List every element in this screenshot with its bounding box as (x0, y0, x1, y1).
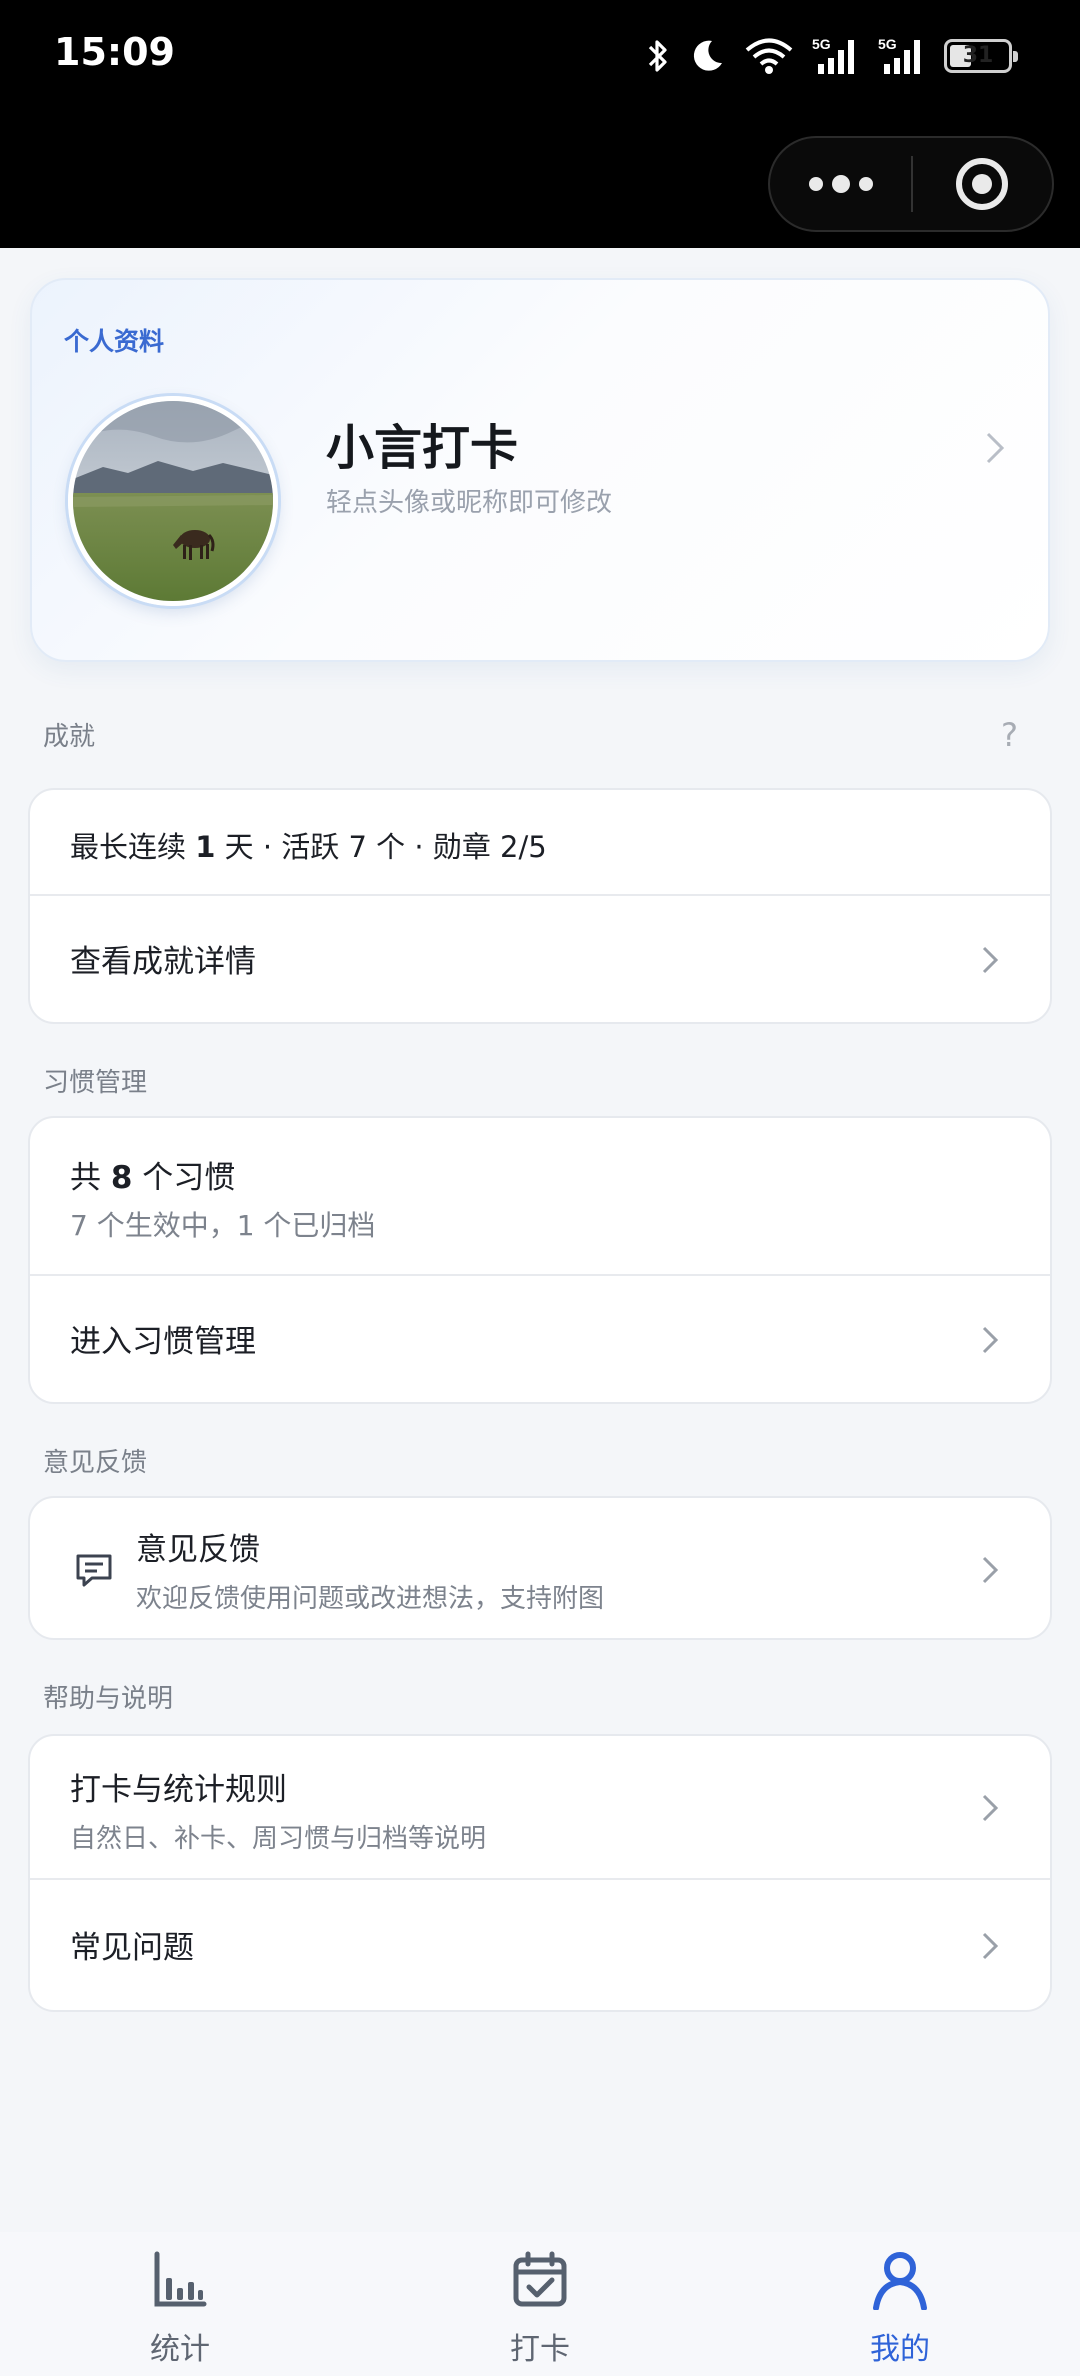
feedback-section-label: 意见反馈 (43, 1448, 148, 1478)
achievements-summary: 最长连续 1 天 · 活跃 7 个 · 勋章 2/5 (70, 830, 547, 864)
network-label-2: 5G (878, 36, 897, 52)
tab-mine[interactable]: 我的 (720, 2232, 1080, 2376)
status-time: 15:09 (54, 30, 175, 74)
rules-title: 打卡与统计规则 (70, 1772, 287, 1808)
rules-subtitle: 自然日、补卡、周习惯与归档等说明 (70, 1824, 487, 1854)
chevron-right-icon (980, 1324, 1000, 1360)
chevron-right-icon (980, 1792, 1000, 1828)
achievement-detail-label: 查看成就详情 (70, 944, 256, 980)
help-section-label: 帮助与说明 (43, 1684, 174, 1714)
calendar-check-icon (510, 2250, 570, 2314)
habits-status: 7 个生效中，1 个已归档 (70, 1209, 376, 1242)
profile-section-label: 个人资料 (64, 327, 165, 356)
miniprogram-capsule (768, 136, 1054, 232)
network-label-1: 5G (812, 36, 831, 52)
chevron-right-icon (980, 1930, 1000, 1966)
nickname[interactable]: 小言打卡 (326, 408, 518, 478)
battery-icon: 31 (944, 39, 1018, 73)
status-icons: 5G 5G 31 (646, 36, 1018, 76)
wifi-icon (744, 37, 794, 75)
feedback-subtitle: 欢迎反馈使用问题或改进想法，支持附图 (136, 1584, 605, 1614)
habit-manage-label: 进入习惯管理 (70, 1324, 256, 1360)
help-icon[interactable]: ? (1001, 716, 1018, 754)
tab-stats[interactable]: 统计 (0, 2232, 360, 2376)
chevron-right-icon (980, 1554, 1000, 1590)
target-icon (956, 158, 1009, 210)
more-button[interactable] (770, 138, 911, 230)
signal-icon-1: 5G (812, 36, 860, 76)
feedback-title: 意见反馈 (136, 1532, 260, 1568)
streak-days: 1 (195, 830, 216, 864)
rules-row[interactable]: 打卡与统计规则 自然日、补卡、周习惯与归档等说明 (30, 1736, 1050, 1878)
tab-stats-label: 统计 (150, 2332, 210, 2367)
battery-level: 31 (962, 43, 994, 68)
tab-checkin-label: 打卡 (510, 2332, 570, 2367)
faq-row[interactable]: 常见问题 (30, 1878, 1050, 2012)
faq-title: 常见问题 (70, 1930, 194, 1966)
nickname-hint: 轻点头像或昵称即可修改 (326, 488, 613, 518)
habits-total: 共 8 个习惯 (70, 1160, 236, 1196)
achievements-card: 最长连续 1 天 · 活跃 7 个 · 勋章 2/5 查看成就详情 (28, 788, 1052, 1024)
habits-card: 共 8 个习惯 7 个生效中，1 个已归档 进入习惯管理 (28, 1116, 1052, 1404)
bluetooth-icon (646, 37, 670, 75)
achievement-detail-row[interactable]: 查看成就详情 (30, 894, 1050, 1024)
habit-manage-row[interactable]: 进入习惯管理 (30, 1274, 1050, 1404)
feedback-card[interactable]: 意见反馈 欢迎反馈使用问题或改进想法，支持附图 (28, 1496, 1052, 1640)
profile-card[interactable]: 个人资料 小言打卡 轻点头像或昵称即可修改 (30, 278, 1050, 662)
habits-summary-row: 共 8 个习惯 7 个生效中，1 个已归档 (30, 1118, 1050, 1274)
signal-icon-2: 5G (878, 36, 926, 76)
achievements-summary-row: 最长连续 1 天 · 活跃 7 个 · 勋章 2/5 (30, 790, 1050, 894)
help-card: 打卡与统计规则 自然日、补卡、周习惯与归档等说明 常见问题 (28, 1734, 1052, 2012)
habits-section-label: 习惯管理 (43, 1068, 148, 1098)
close-miniprogram-button[interactable] (913, 138, 1052, 230)
status-bar: 15:09 5G 5G 31 (0, 0, 1080, 248)
more-icon (808, 177, 823, 191)
moon-icon (688, 37, 726, 75)
achievements-section-label: 成就 (43, 722, 96, 752)
person-icon (870, 2250, 930, 2314)
tab-mine-label: 我的 (870, 2332, 930, 2367)
avatar[interactable] (68, 396, 278, 606)
chevron-right-icon (984, 430, 1006, 470)
habit-count: 8 (110, 1160, 133, 1196)
tab-bar: 统计 打卡 我的 (0, 2232, 1080, 2376)
bar-chart-icon (152, 2250, 208, 2314)
chevron-right-icon (980, 944, 1000, 980)
tab-checkin[interactable]: 打卡 (360, 2232, 720, 2376)
message-icon (74, 1550, 114, 1594)
